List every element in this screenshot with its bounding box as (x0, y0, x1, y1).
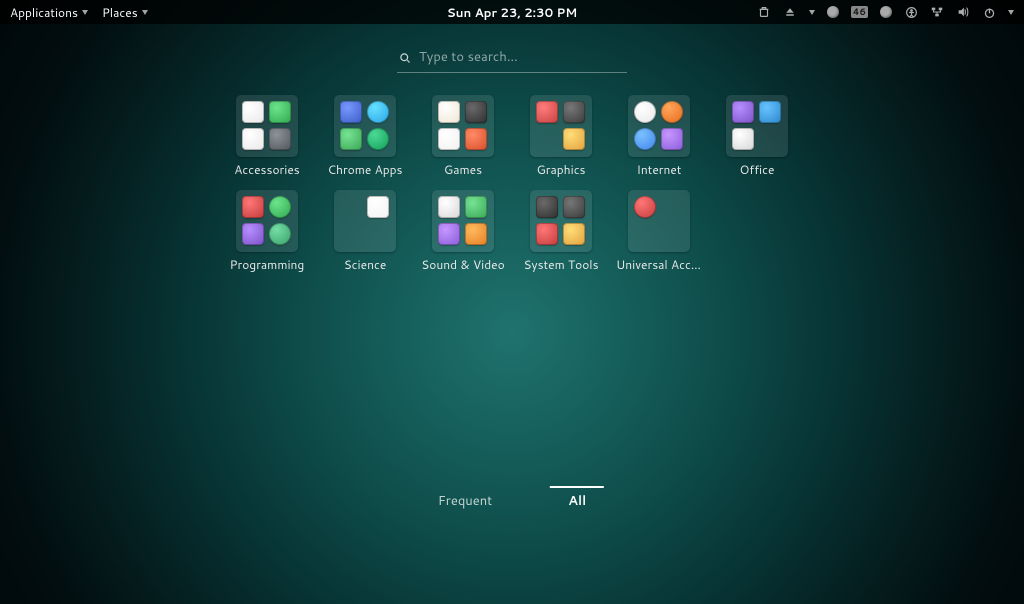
app-preview-icon (661, 128, 683, 150)
app-preview-icon (563, 128, 585, 150)
app-preview-icon (732, 101, 754, 123)
app-preview-icon (465, 196, 487, 218)
top-panel-left: Applications Places (10, 4, 148, 21)
applications-overview: Accessories Chrome Apps Games Graphics Inter… (0, 95, 1024, 273)
app-preview-icon (634, 101, 656, 123)
chevron-down-icon[interactable] (809, 10, 815, 15)
category-label: Chrome Apps (327, 161, 402, 178)
category-grid: Accessories Chrome Apps Games Graphics Inter… (224, 95, 800, 273)
app-preview-icon (242, 223, 264, 245)
chevron-down-icon (142, 10, 148, 15)
chevron-down-icon[interactable] (1008, 10, 1014, 15)
category-graphics[interactable]: Graphics (518, 95, 604, 178)
battery-icon[interactable]: 46 (851, 6, 868, 18)
places-menu[interactable]: Places (102, 4, 148, 21)
network-icon[interactable] (930, 5, 944, 19)
category-chrome-apps[interactable]: Chrome Apps (322, 95, 408, 178)
category-accessories[interactable]: Accessories (224, 95, 310, 178)
app-preview-icon (438, 196, 460, 218)
category-folder-icon (530, 95, 592, 157)
app-preview-icon (563, 196, 585, 218)
search-input[interactable] (419, 48, 625, 66)
category-label: Internet (637, 161, 682, 178)
category-label: Office (740, 161, 775, 178)
volume-icon[interactable] (956, 5, 970, 19)
app-preview-icon (536, 223, 558, 245)
category-folder-icon (628, 95, 690, 157)
top-panel: Applications Places Sun Apr 23, 2:30 PM … (0, 0, 1024, 24)
app-preview-icon (269, 196, 291, 218)
category-universal-access[interactable]: Universal Access (616, 190, 702, 273)
app-preview-icon (661, 101, 683, 123)
category-office[interactable]: Office (714, 95, 800, 178)
app-preview-icon (340, 101, 362, 123)
app-preview-icon (242, 128, 264, 150)
category-folder-icon (334, 95, 396, 157)
app-preview-icon (242, 101, 264, 123)
category-folder-icon (726, 95, 788, 157)
app-preview-icon (465, 223, 487, 245)
app-preview-icon (465, 128, 487, 150)
app-preview-icon (563, 101, 585, 123)
app-preview-icon (242, 196, 264, 218)
category-programming[interactable]: Programming (224, 190, 310, 273)
category-folder-icon (432, 190, 494, 252)
category-folder-icon (236, 190, 298, 252)
category-system-tools[interactable]: System Tools (518, 190, 604, 273)
category-label: System Tools (523, 256, 598, 273)
search-icon (399, 51, 411, 63)
app-preview-icon (634, 128, 656, 150)
app-preview-icon (367, 128, 389, 150)
category-games[interactable]: Games (420, 95, 506, 178)
category-folder-icon (628, 190, 690, 252)
category-folder-icon (236, 95, 298, 157)
category-science[interactable]: Science (322, 190, 408, 273)
tab-frequent[interactable]: Frequent (420, 486, 510, 516)
applications-menu[interactable]: Applications (10, 4, 88, 21)
user-icon[interactable] (880, 6, 892, 18)
app-preview-icon (438, 128, 460, 150)
category-label: Universal Access (616, 256, 702, 273)
category-folder-icon (334, 190, 396, 252)
category-folder-icon (530, 190, 592, 252)
category-label: Graphics (536, 161, 585, 178)
app-preview-icon (269, 101, 291, 123)
category-sound-video[interactable]: Sound & Video (420, 190, 506, 273)
app-preview-icon (563, 223, 585, 245)
chevron-down-icon (82, 10, 88, 15)
app-preview-icon (269, 223, 291, 245)
trash-icon[interactable] (757, 5, 771, 19)
app-preview-icon (536, 196, 558, 218)
app-preview-icon (340, 128, 362, 150)
eject-icon[interactable] (783, 5, 797, 19)
app-preview-icon (465, 101, 487, 123)
accessibility-icon[interactable] (904, 5, 918, 19)
category-label: Games (444, 161, 482, 178)
category-label: Accessories (234, 161, 299, 178)
menu-label: Places (102, 4, 138, 21)
app-preview-icon (269, 128, 291, 150)
clock[interactable]: Sun Apr 23, 2:30 PM (447, 4, 578, 21)
app-preview-icon (536, 101, 558, 123)
view-switcher: Frequent All (420, 486, 604, 516)
app-preview-icon (367, 196, 389, 218)
category-label: Programming (230, 256, 305, 273)
app-preview-icon (438, 101, 460, 123)
app-preview-icon (438, 223, 460, 245)
app-preview-icon (634, 196, 656, 218)
system-tray: 46 (757, 5, 1014, 19)
category-internet[interactable]: Internet (616, 95, 702, 178)
category-folder-icon (432, 95, 494, 157)
search-bar[interactable] (397, 44, 627, 73)
category-label: Science (344, 256, 387, 273)
power-icon[interactable] (982, 5, 996, 19)
weather-icon[interactable] (827, 6, 839, 18)
app-preview-icon (367, 101, 389, 123)
menu-label: Applications (10, 4, 78, 21)
app-preview-icon (759, 101, 781, 123)
tab-all[interactable]: All (550, 486, 604, 516)
app-preview-icon (732, 128, 754, 150)
category-label: Sound & Video (421, 256, 504, 273)
